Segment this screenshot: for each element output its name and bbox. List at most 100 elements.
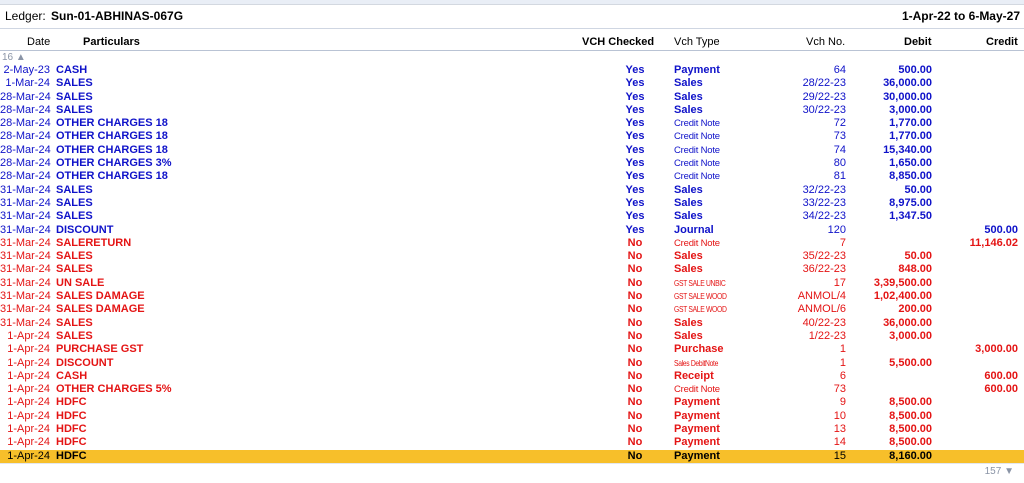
particulars-cell: HDFC [56, 396, 87, 409]
table-row[interactable]: 1-Apr-24 HDFC No Payment 10 8,500.00 [0, 410, 1024, 423]
vch-type-cell: Sales DebitNote [674, 358, 719, 368]
table-row[interactable]: 31-Mar-24 SALERETURN No Credit Note 7 11,146.… [0, 237, 1024, 250]
vch-checked-cell: No [627, 236, 643, 249]
debit-cell: 3,000.00 [889, 329, 932, 342]
period-range[interactable]: 1-Apr-22 to 6-May-27 [902, 9, 1020, 23]
table-row[interactable]: 28-Mar-24 OTHER CHARGES 18 Yes Credit Note 8… [0, 170, 1024, 183]
particulars-cell: SALES [56, 329, 93, 342]
vch-no-cell: ANMOL/4 [797, 290, 846, 303]
table-row[interactable]: 31-Mar-24 SALES Yes Sales 33/22-23 8,975.00 [0, 197, 1024, 210]
table-row[interactable]: 31-Mar-24 UN SALE No GST SALE UNBIC 17 3,39,5… [0, 277, 1024, 290]
date-cell: 31-Mar-24 [0, 250, 51, 263]
vch-no-cell: 15 [833, 449, 846, 462]
debit-cell: 8,500.00 [889, 409, 932, 422]
table-row[interactable]: 1-Apr-24 HDFC No Payment 13 8,500.00 [0, 423, 1024, 436]
particulars-cell: PURCHASE GST [56, 343, 144, 356]
particulars-cell: SALES [56, 316, 93, 329]
table-row[interactable]: 2-May-23 CASH Yes Payment 64 500.00 [0, 64, 1024, 77]
vch-checked-cell: No [627, 263, 643, 276]
header-divider [0, 28, 1024, 29]
particulars-cell: SALES [56, 210, 93, 223]
table-row[interactable]: 31-Mar-24 SALES No Sales 40/22-23 36,000.00 [0, 317, 1024, 330]
vch-checked-cell: No [627, 316, 643, 329]
particulars-cell: OTHER CHARGES 5% [56, 383, 172, 396]
table-row[interactable]: 1-Apr-24 CASH No Receipt 6 600.00 [0, 370, 1024, 383]
table-row[interactable]: 28-Mar-24 OTHER CHARGES 18 Yes Credit Note 7… [0, 130, 1024, 143]
table-row[interactable]: 28-Mar-24 OTHER CHARGES 18 Yes Credit Note 7… [0, 117, 1024, 130]
table-row[interactable]: 28-Mar-24 OTHER CHARGES 18 Yes Credit Note 7… [0, 144, 1024, 157]
table-row[interactable]: 31-Mar-24 SALES DAMAGE No GST SALE WOOD ANMO… [0, 303, 1024, 316]
vch-type-cell: Sales [674, 210, 703, 223]
ledger-name[interactable]: Sun-01-ABHINAS-067G [51, 9, 183, 23]
table-row-selected[interactable]: 1-Apr-24 HDFC No Payment 15 8,160.00 [0, 449, 1024, 463]
vch-type-cell: Payment [674, 449, 720, 462]
vch-no-cell: 81 [833, 170, 846, 183]
table-row[interactable]: 28-Mar-24 OTHER CHARGES 3% Yes Credit Note 8… [0, 157, 1024, 170]
credit-cell: 11,146.02 [969, 236, 1018, 249]
table-row[interactable]: 31-Mar-24 SALES Yes Sales 34/22-23 1,347.50 [0, 210, 1024, 223]
table-row[interactable]: 31-Mar-24 SALES DAMAGE No GST SALE WOOD ANMO… [0, 290, 1024, 303]
vch-checked-cell: Yes [625, 130, 645, 143]
vch-type-cell: Payment [674, 423, 720, 436]
table-row[interactable]: 31-Mar-24 DISCOUNT Yes Journal 120 500.00 [0, 224, 1024, 237]
vch-no-cell: 40/22-23 [802, 316, 846, 329]
voucher-list: 2-May-23 CASH Yes Payment 64 500.00 1-Mar-24 SA… [0, 64, 1024, 463]
debit-cell: 15,340.00 [883, 143, 932, 156]
particulars-cell: SALERETURN [56, 236, 132, 249]
vch-no-cell: 28/22-23 [802, 77, 846, 90]
vch-checked-cell: No [627, 409, 643, 422]
table-row[interactable]: 28-Mar-24 SALES Yes Sales 30/22-23 3,000.00 [0, 104, 1024, 117]
vch-no-cell: 64 [833, 64, 846, 76]
table-row[interactable]: 1-Apr-24 PURCHASE GST No Purchase 1 3,000.00 [0, 343, 1024, 356]
vch-checked-cell: Yes [625, 170, 645, 183]
vch-checked-cell: No [627, 369, 643, 382]
vch-checked-cell: No [627, 436, 643, 449]
debit-cell: 8,850.00 [889, 170, 932, 183]
date-cell: 1-Apr-24 [7, 423, 50, 436]
debit-cell: 8,500.00 [889, 423, 932, 436]
vch-type-cell: Purchase [674, 343, 724, 356]
date-cell: 28-Mar-24 [0, 143, 51, 156]
table-row[interactable]: 1-Apr-24 HDFC No Payment 14 8,500.00 [0, 436, 1024, 449]
rows-below-indicator[interactable]: 157 ▼ [985, 466, 1014, 477]
debit-cell: 3,000.00 [889, 103, 932, 116]
col-date[interactable]: Date [27, 36, 50, 48]
col-vch-checked[interactable]: VCH Checked [582, 36, 654, 48]
table-row[interactable]: 1-Apr-24 SALES No Sales 1/22-23 3,000.00 [0, 330, 1024, 343]
particulars-cell: HDFC [56, 409, 87, 422]
vch-checked-cell: No [627, 343, 643, 356]
table-row[interactable]: 1-Mar-24 SALES Yes Sales 28/22-23 36,000.00 [0, 77, 1024, 90]
table-row[interactable]: 31-Mar-24 SALES Yes Sales 32/22-23 50.00 [0, 184, 1024, 197]
debit-cell: 1,770.00 [889, 130, 932, 143]
vch-type-cell: GST SALE WOOD [674, 305, 727, 315]
particulars-cell: HDFC [56, 423, 87, 436]
table-row[interactable]: 1-Apr-24 OTHER CHARGES 5% No Credit Note 73 6… [0, 383, 1024, 396]
date-cell: 28-Mar-24 [0, 90, 51, 103]
table-row[interactable]: 31-Mar-24 SALES No Sales 36/22-23 848.00 [0, 263, 1024, 276]
particulars-cell: SALES [56, 183, 93, 196]
col-debit[interactable]: Debit [904, 36, 932, 48]
vch-checked-cell: Yes [625, 103, 645, 116]
col-vch-type[interactable]: Vch Type [674, 36, 720, 48]
column-divider [0, 50, 1024, 51]
table-row[interactable]: 1-Apr-24 HDFC No Payment 9 8,500.00 [0, 396, 1024, 409]
vch-type-cell: Credit Note [674, 118, 720, 130]
debit-cell: 36,000.00 [883, 77, 932, 90]
vch-no-cell: 73 [833, 383, 846, 396]
vch-no-cell: 35/22-23 [802, 250, 846, 263]
debit-cell: 36,000.00 [883, 316, 932, 329]
vch-type-cell: Sales [674, 250, 703, 263]
col-vch-no[interactable]: Vch No. [806, 36, 845, 48]
vch-type-cell: Sales [674, 77, 703, 90]
table-row[interactable]: 1-Apr-24 DISCOUNT No Sales DebitNote 1 5,500.… [0, 357, 1024, 370]
particulars-cell: SALES DAMAGE [56, 290, 145, 303]
rows-above-indicator[interactable]: 16 ▲ [2, 52, 26, 63]
table-row[interactable]: 28-Mar-24 SALES Yes Sales 29/22-23 30,000.00 [0, 91, 1024, 104]
vch-type-cell: Credit Note [674, 384, 720, 396]
vch-type-cell: Sales [674, 103, 703, 116]
col-particulars[interactable]: Particulars [83, 36, 140, 48]
date-cell: 1-Apr-24 [7, 396, 50, 409]
date-cell: 1-Apr-24 [7, 343, 50, 356]
table-row[interactable]: 31-Mar-24 SALES No Sales 35/22-23 50.00 [0, 250, 1024, 263]
col-credit[interactable]: Credit [986, 36, 1018, 48]
